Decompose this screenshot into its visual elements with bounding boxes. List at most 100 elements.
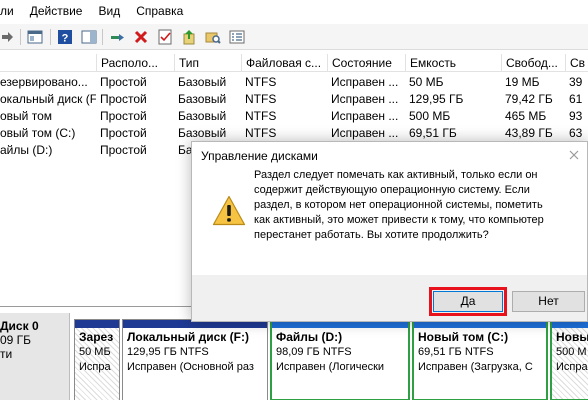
volume-layout: Простой bbox=[100, 75, 147, 89]
volume-free: 19 МБ bbox=[505, 75, 540, 89]
close-icon[interactable] bbox=[567, 148, 581, 162]
volume-layout: Простой bbox=[100, 143, 147, 157]
column-header-free-pct[interactable]: Св bbox=[565, 54, 588, 72]
volume-status: Исправен ... bbox=[331, 75, 399, 89]
partition-size: 129,95 ГБ NTFS bbox=[127, 346, 209, 358]
volume-free: 43,89 ГБ bbox=[505, 126, 553, 140]
volume-name: овый том (C:) bbox=[0, 126, 76, 140]
partition-status: Исправен (Логически bbox=[276, 361, 385, 373]
connect-icon[interactable] bbox=[108, 28, 126, 46]
volume-status: Исправен ... bbox=[331, 109, 399, 123]
volume-free-pct: 63 bbox=[569, 126, 583, 140]
yes-button[interactable]: Да bbox=[433, 291, 503, 312]
volume-name: окальный диск (F:) bbox=[0, 92, 96, 106]
upload-icon[interactable] bbox=[180, 28, 198, 46]
partition-name: Новый том (C:) bbox=[418, 330, 509, 344]
volume-capacity: 500 МБ bbox=[409, 109, 451, 123]
volume-layout: Простой bbox=[100, 109, 147, 123]
checklist-icon[interactable] bbox=[156, 28, 174, 46]
column-header-capacity[interactable]: Емкость bbox=[405, 54, 501, 72]
volume-name: езервировано... bbox=[0, 75, 88, 89]
volume-capacity: 129,95 ГБ bbox=[409, 92, 464, 106]
volume-free-pct: 39 bbox=[569, 75, 583, 89]
partition-size: 500 М bbox=[556, 346, 587, 358]
volume-name: овый том bbox=[0, 109, 52, 123]
table-header: Располо... Тип Файловая с... Состояние Е… bbox=[0, 54, 588, 72]
volume-free: 465 МБ bbox=[505, 109, 547, 123]
volume-filesystem: NTFS bbox=[245, 109, 277, 123]
table-row[interactable]: окальный диск (F:) Простой Базовый NTFS … bbox=[0, 91, 588, 108]
forward-arrow-icon[interactable] bbox=[0, 28, 16, 46]
volume-free-pct: 61 bbox=[569, 92, 583, 106]
disk-0-label[interactable]: Диск 0 09 ГБ ти bbox=[0, 313, 70, 400]
confirm-dialog: Управление дисками Раздел следует помеча… bbox=[191, 141, 588, 322]
dialog-message-line: Раздел следует помечать как активный, то… bbox=[254, 169, 538, 181]
column-header-volume[interactable] bbox=[0, 54, 96, 72]
table-row[interactable]: езервировано... Простой Базовый NTFS Исп… bbox=[0, 74, 588, 91]
help-icon[interactable]: ? bbox=[56, 28, 74, 46]
partition-size: 98,09 ГБ NTFS bbox=[276, 346, 352, 358]
table-row[interactable]: овый том Простой Базовый NTFS Исправен .… bbox=[0, 108, 588, 125]
volume-status: Исправен ... bbox=[331, 126, 399, 140]
column-header-free[interactable]: Свобод... bbox=[501, 54, 565, 72]
partition-local-f[interactable]: Локальный диск (F:) 129,95 ГБ NTFS Испра… bbox=[122, 319, 268, 400]
volume-type: Базовый bbox=[178, 126, 227, 140]
volume-type: Базовый bbox=[178, 109, 227, 123]
svg-text:?: ? bbox=[62, 33, 69, 45]
partition-size: 69,51 ГБ NTFS bbox=[418, 346, 494, 358]
disk-status: ти bbox=[0, 347, 13, 361]
partition-status: Испра bbox=[556, 361, 588, 373]
partition-new-c[interactable]: Новый том (C:) 69,51 ГБ NTFS Исправен (З… bbox=[412, 319, 548, 400]
partition-status: Исправен (Загрузка, С bbox=[418, 361, 533, 373]
partition-files-d[interactable]: Файлы (D:) 98,09 ГБ NTFS Исправен (Логич… bbox=[270, 319, 410, 400]
dialog-title: Управление дисками bbox=[201, 149, 318, 163]
volume-free: 79,42 ГБ bbox=[505, 92, 553, 106]
volume-filesystem: NTFS bbox=[245, 92, 277, 106]
delete-icon[interactable] bbox=[132, 28, 150, 46]
volume-status: Исправен ... bbox=[331, 92, 399, 106]
menu-action[interactable]: Действие bbox=[22, 0, 91, 22]
partition-reserved[interactable]: Зарез 50 МБ Испра bbox=[74, 319, 120, 400]
partition-name: Зарез bbox=[79, 330, 114, 344]
volume-name: айлы (D:) bbox=[0, 143, 53, 157]
menu-bar: ли Действие Вид Справка bbox=[0, 0, 588, 22]
volume-filesystem: NTFS bbox=[245, 75, 277, 89]
partition-name: Локальный диск (F:) bbox=[127, 330, 249, 344]
dialog-message-line: содержит действующую операционную систем… bbox=[254, 184, 530, 196]
menu-help[interactable]: Справка bbox=[128, 0, 191, 22]
partition-new-volume[interactable]: Новы 500 М Испра bbox=[550, 319, 588, 400]
menu-file-partial[interactable]: ли bbox=[0, 0, 22, 22]
column-header-layout[interactable]: Располо... bbox=[96, 54, 174, 72]
volume-type: Базовый bbox=[178, 92, 227, 106]
dialog-footer: Да Нет bbox=[192, 275, 587, 321]
partition-status: Испра bbox=[79, 361, 111, 373]
column-header-status[interactable]: Состояние bbox=[327, 54, 405, 72]
warning-icon bbox=[212, 195, 246, 226]
column-header-type[interactable]: Тип bbox=[174, 54, 241, 72]
partition-status: Исправен (Основной раз bbox=[127, 361, 254, 373]
volume-layout: Простой bbox=[100, 92, 147, 106]
volume-type: Базовый bbox=[178, 75, 227, 89]
toolbar: ? bbox=[0, 24, 588, 50]
volume-free-pct: 93 bbox=[569, 109, 583, 123]
volume-capacity: 69,51 ГБ bbox=[409, 126, 457, 140]
menu-view[interactable]: Вид bbox=[90, 0, 128, 22]
no-button[interactable]: Нет bbox=[512, 291, 585, 312]
dialog-message: Раздел следует помечать как активный, то… bbox=[254, 168, 570, 243]
disk-title: Диск 0 bbox=[0, 319, 39, 333]
console-view-icon[interactable] bbox=[26, 28, 44, 46]
volume-capacity: 50 МБ bbox=[409, 75, 444, 89]
table-row[interactable]: овый том (C:) Простой Базовый NTFS Испра… bbox=[0, 125, 588, 142]
list-view-icon[interactable] bbox=[228, 28, 246, 46]
volume-filesystem: NTFS bbox=[245, 126, 277, 140]
column-header-filesystem[interactable]: Файловая с... bbox=[241, 54, 327, 72]
dialog-message-line: как активный, это может привести к тому,… bbox=[254, 214, 544, 226]
volume-layout: Простой bbox=[100, 126, 147, 140]
partition-name: Новы bbox=[556, 330, 588, 344]
search-folder-icon[interactable] bbox=[204, 28, 222, 46]
dialog-message-line: перестанет работать. Вы хотите продолжит… bbox=[254, 229, 489, 241]
dialog-message-line: раздел, в котором нет операционной систе… bbox=[254, 199, 543, 211]
properties-pane-icon[interactable] bbox=[80, 28, 98, 46]
partition-size: 50 МБ bbox=[79, 346, 111, 358]
partition-name: Файлы (D:) bbox=[276, 330, 343, 344]
